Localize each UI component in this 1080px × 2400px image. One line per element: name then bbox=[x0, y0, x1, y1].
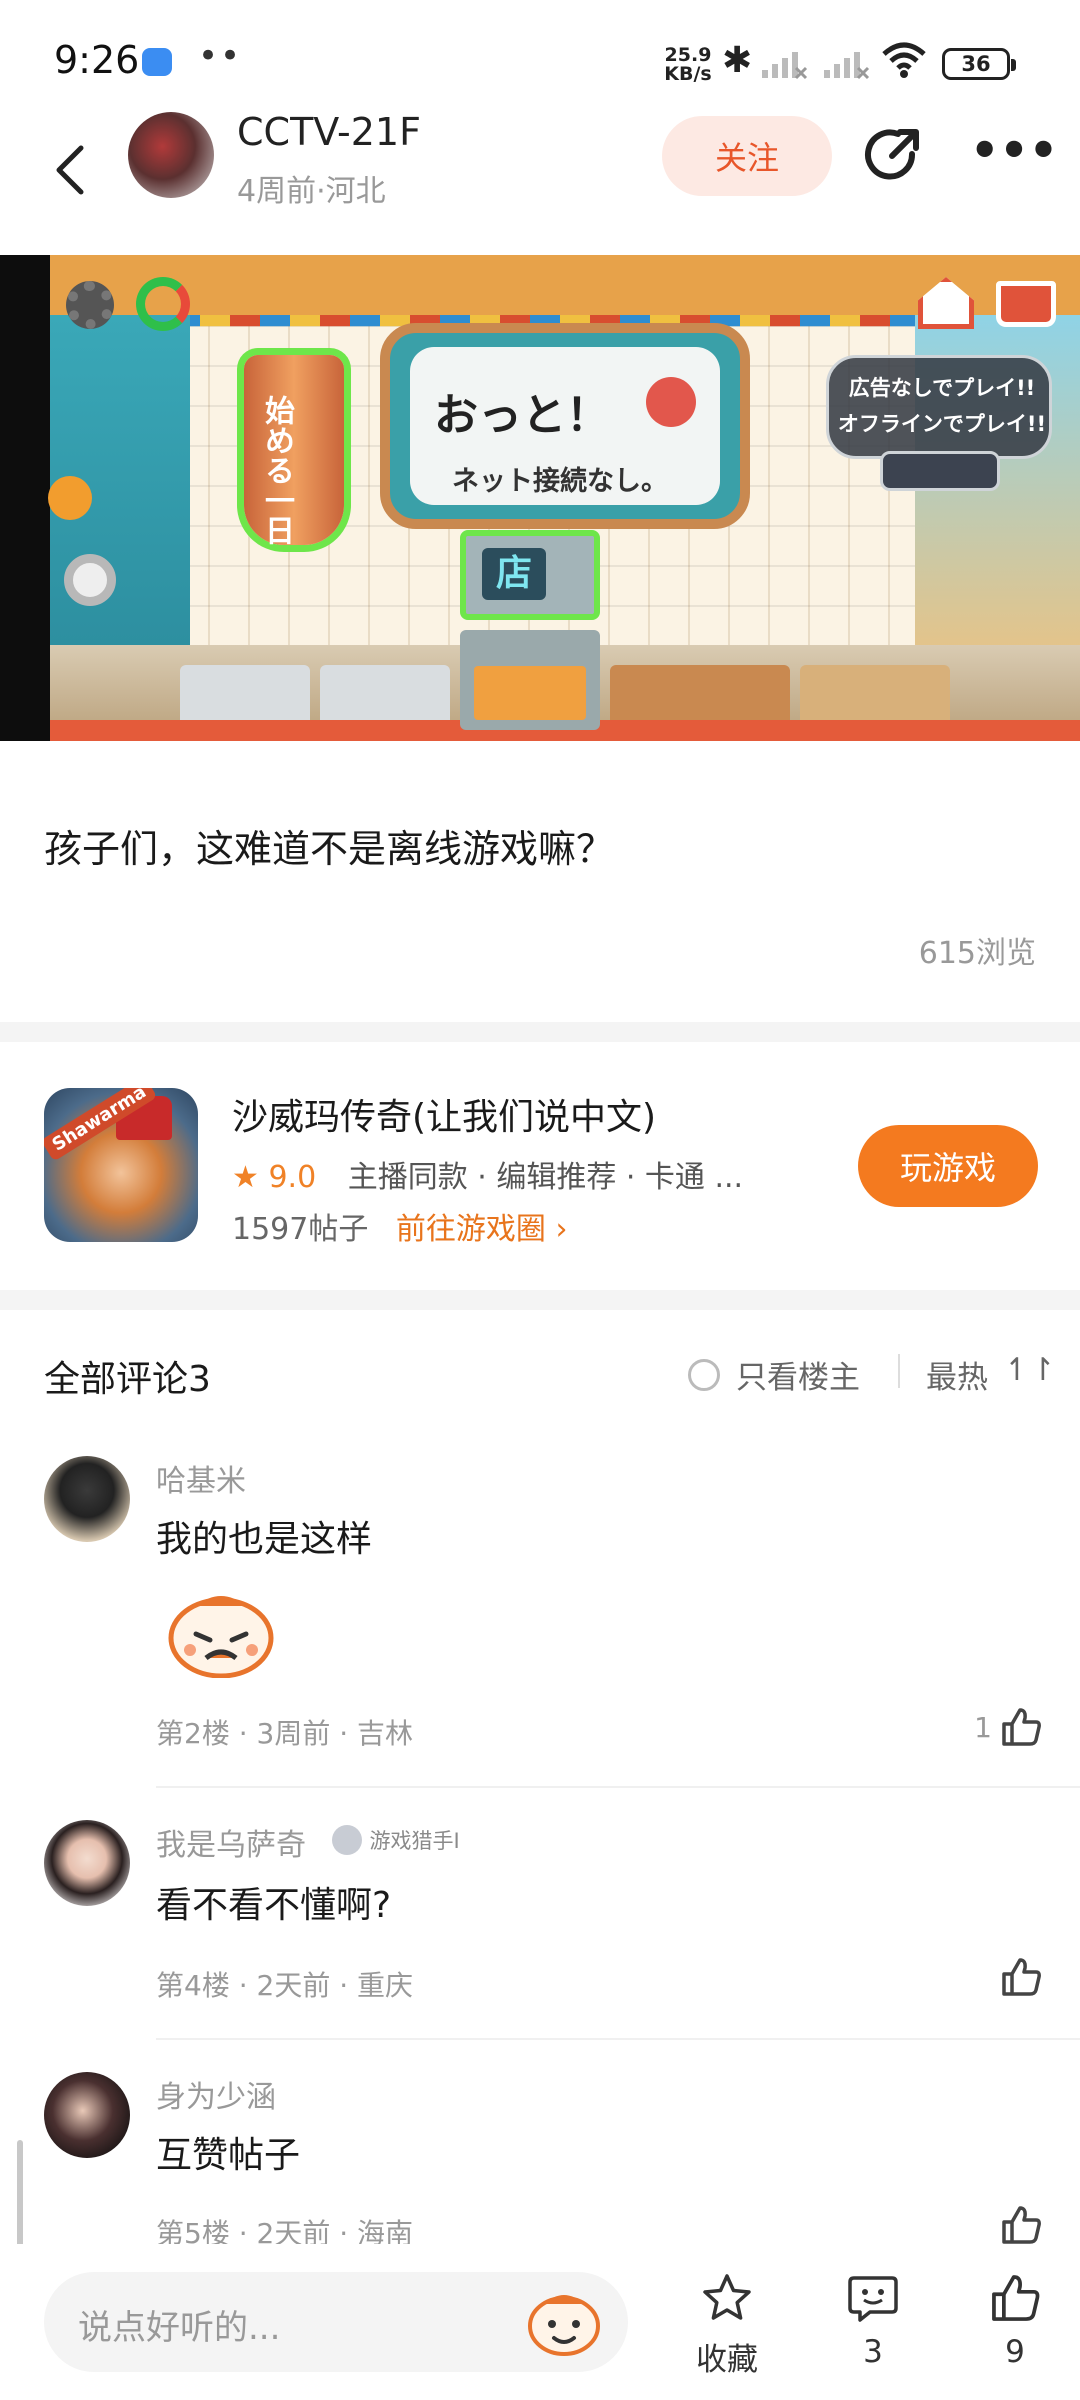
no-connection-sign: おっと！ ネット接続なし。 bbox=[380, 323, 750, 529]
post-text: 孩子们，这难道不是离线游戏嘛？ bbox=[44, 827, 615, 871]
wifi-icon bbox=[882, 42, 926, 78]
refresh-icon bbox=[136, 277, 190, 331]
status-time: 9:26 bbox=[54, 38, 140, 82]
game-post-count: 1597帖子 bbox=[232, 1212, 369, 1247]
thumbs-up-icon bbox=[1002, 1708, 1041, 1746]
comment-text: 看不看不懂啊? bbox=[156, 1885, 392, 1926]
play-game-button[interactable]: 玩游戏 bbox=[858, 1125, 1038, 1207]
kebab-label: 始める一日 bbox=[259, 395, 294, 545]
comment-like-count: 1 bbox=[974, 1710, 992, 1744]
bluetooth-icon: ✱ bbox=[722, 40, 753, 81]
sign-title: おっと！ bbox=[434, 390, 610, 441]
network-speed: 25.9 KB/s bbox=[662, 46, 714, 84]
ad-button bbox=[880, 451, 1000, 491]
comment-like-button[interactable] bbox=[1000, 2204, 1042, 2246]
favorite-label: 收藏 bbox=[696, 2342, 758, 2378]
comment-text: 我的也是这样 bbox=[156, 1519, 373, 1560]
game-posts-row: 1597帖子 前往游戏圈 › bbox=[232, 1204, 567, 1248]
bottom-action-bar: 说点好听的... 收藏 3 9 bbox=[0, 2244, 1080, 2400]
game-tags-row: ★ 9.0 主播同款 · 编辑推荐 · 卡通 ... bbox=[232, 1152, 792, 1196]
kebab-start-day: 始める一日 bbox=[244, 325, 344, 555]
ad-free-bubble: 広告なしでプレイ!! オフラインでプレイ!! bbox=[826, 355, 1052, 459]
ad-line-2: オフラインでプレイ!! bbox=[837, 412, 1047, 436]
comment-count-button[interactable]: 3 bbox=[818, 2272, 928, 2370]
comment-meta: 第2楼 · 3周前 · 吉林 bbox=[156, 1717, 414, 1750]
follow-button[interactable]: 关注 bbox=[662, 116, 832, 196]
comment-input[interactable]: 说点好听的... bbox=[44, 2272, 628, 2372]
signal-icon-2 bbox=[824, 52, 870, 80]
owner-only-label: 只看楼主 bbox=[736, 1360, 860, 1396]
game-rating: 9.0 bbox=[268, 1160, 317, 1195]
star-outline-icon bbox=[703, 2274, 751, 2320]
like-count: 9 bbox=[1005, 2334, 1025, 2370]
comments-title: 全部评论3 bbox=[44, 1359, 211, 1400]
section-divider bbox=[0, 1022, 1080, 1042]
share-icon[interactable] bbox=[862, 124, 926, 188]
commenter-name[interactable]: 哈基米 bbox=[156, 1456, 246, 1500]
status-bar: 9:26 •• 25.9 KB/s ✱ 36 bbox=[0, 0, 1080, 120]
stove bbox=[460, 630, 600, 730]
commenter-name-row: 我是乌萨奇 游戏猎手I bbox=[156, 1820, 460, 1864]
more-notifications-icon: •• bbox=[198, 36, 243, 76]
badge-label: 游戏猎手I bbox=[369, 1829, 460, 1853]
comment-input-placeholder: 说点好听的... bbox=[78, 2308, 281, 2348]
radio-icon bbox=[688, 1358, 720, 1391]
comment-bubble-icon bbox=[848, 2276, 898, 2322]
game-circle-link[interactable]: 前往游戏圈 › bbox=[396, 1212, 568, 1247]
back-arrow-icon bbox=[56, 145, 84, 195]
post-header: CCTV-21F 4周前·河北 关注 ••• bbox=[0, 110, 1080, 250]
like-post-button[interactable]: 9 bbox=[960, 2272, 1070, 2370]
commenter-name[interactable]: 我是乌萨奇 bbox=[156, 1828, 306, 1863]
floating-menu-icon[interactable] bbox=[48, 476, 92, 520]
user-badge: 游戏猎手I bbox=[331, 1825, 460, 1855]
floating-assist-icon[interactable] bbox=[64, 554, 116, 606]
signal-icon bbox=[762, 52, 808, 80]
sort-icon[interactable]: ↿↾ bbox=[1004, 1352, 1056, 1388]
cart-icon bbox=[996, 281, 1056, 327]
more-options-icon[interactable]: ••• bbox=[970, 127, 1058, 180]
gear-icon bbox=[66, 281, 114, 329]
shop-label: 店 bbox=[482, 548, 546, 600]
game-tags: 主播同款 · 编辑推荐 · 卡通 ... bbox=[347, 1160, 744, 1195]
author-name[interactable]: CCTV-21F bbox=[237, 110, 421, 154]
favorite-button[interactable]: 收藏 bbox=[672, 2272, 782, 2379]
author-meta: 4周前·河北 bbox=[237, 174, 386, 209]
battery-icon: 36 bbox=[942, 48, 1016, 80]
commenter-avatar[interactable] bbox=[44, 1456, 130, 1542]
chevron-right-icon: › bbox=[555, 1212, 568, 1247]
back-button[interactable] bbox=[40, 132, 100, 208]
author-avatar[interactable] bbox=[128, 112, 214, 198]
star-icon: ★ bbox=[232, 1160, 259, 1195]
no-wifi-icon bbox=[646, 377, 696, 427]
game-title[interactable]: 沙威玛传奇(让我们说中文) bbox=[232, 1088, 656, 1140]
network-speed-unit: KB/s bbox=[664, 63, 712, 85]
view-count: 615浏览 bbox=[918, 936, 1036, 971]
thumbs-up-icon bbox=[1002, 1958, 1041, 1996]
game-icon[interactable]: Shawarma bbox=[44, 1088, 198, 1242]
sort-hot-button[interactable]: 最热 bbox=[926, 1352, 988, 1397]
ad-line-1: 広告なしでプレイ!! bbox=[848, 376, 1036, 400]
section-divider bbox=[0, 1290, 1080, 1310]
emoji-sticker-icon[interactable] bbox=[524, 2284, 604, 2360]
comment-count: 3 bbox=[863, 2334, 883, 2370]
comment-meta: 第4楼 · 2天前 · 重庆 bbox=[156, 1969, 414, 2002]
owner-only-toggle[interactable]: 只看楼主 bbox=[688, 1352, 860, 1397]
comment-text: 互赞帖子 bbox=[156, 2135, 301, 2176]
post-image[interactable]: 始める一日 おっと！ ネット接続なし。 店 広告なしでプレイ!! オフラインでプ… bbox=[0, 255, 1080, 741]
thumbs-up-icon bbox=[1002, 2206, 1041, 2244]
crying-sticker bbox=[168, 1596, 274, 1678]
notification-app-icon bbox=[142, 48, 172, 76]
sign-subtitle: ネット接続なし。 bbox=[452, 466, 668, 497]
thumbs-up-icon bbox=[992, 2275, 1040, 2321]
shop-oven: 店 bbox=[460, 530, 600, 620]
commenter-avatar[interactable] bbox=[44, 2072, 130, 2158]
comment-like-button[interactable] bbox=[1000, 1956, 1042, 1998]
game-circle-label: 前往游戏圈 bbox=[395, 1212, 546, 1247]
comment-like-button[interactable]: 1 bbox=[974, 1706, 1042, 1748]
commenter-name[interactable]: 身为少涵 bbox=[156, 2072, 276, 2116]
hunter-badge-icon bbox=[331, 1825, 362, 1855]
commenter-avatar[interactable] bbox=[44, 1820, 130, 1906]
